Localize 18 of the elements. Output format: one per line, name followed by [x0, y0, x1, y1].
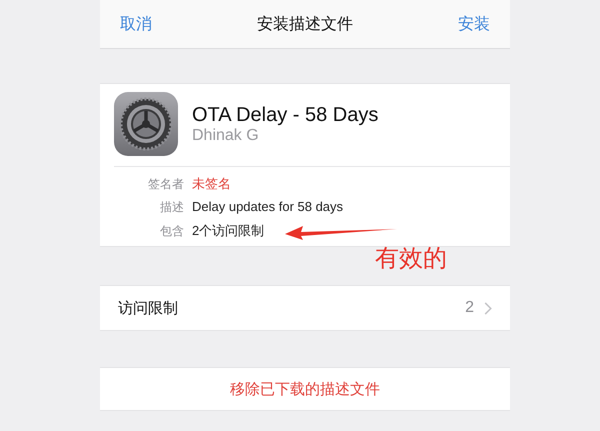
row-count: 2 — [465, 299, 474, 317]
detail-value: 未签名 — [192, 175, 231, 193]
detail-label: 签名者 — [147, 176, 184, 193]
gear-icon — [114, 92, 178, 156]
profile-author: Dhinak G — [192, 126, 260, 144]
screen-title: 安装描述文件 — [257, 14, 353, 34]
chevron-icon — [484, 302, 492, 314]
detail-value: 2个访问限制 — [192, 222, 264, 240]
row-label: 访问限制 — [118, 298, 179, 318]
detail-label: 描述 — [159, 199, 184, 216]
install-link[interactable]: 安装 — [458, 14, 490, 34]
cancel-link[interactable]: 取消 — [120, 14, 152, 34]
annotation-text: 有效的 — [375, 243, 447, 274]
restrictions-row[interactable]: 访问限制 2 — [100, 285, 510, 331]
remove-profile-button[interactable]: 移除已下载的描述文件 — [100, 367, 510, 411]
profile-name: OTA Delay - 58 Days — [192, 104, 378, 126]
detail-value: Delay updates for 58 days — [192, 199, 344, 214]
detail-label: 包含 — [159, 223, 184, 240]
